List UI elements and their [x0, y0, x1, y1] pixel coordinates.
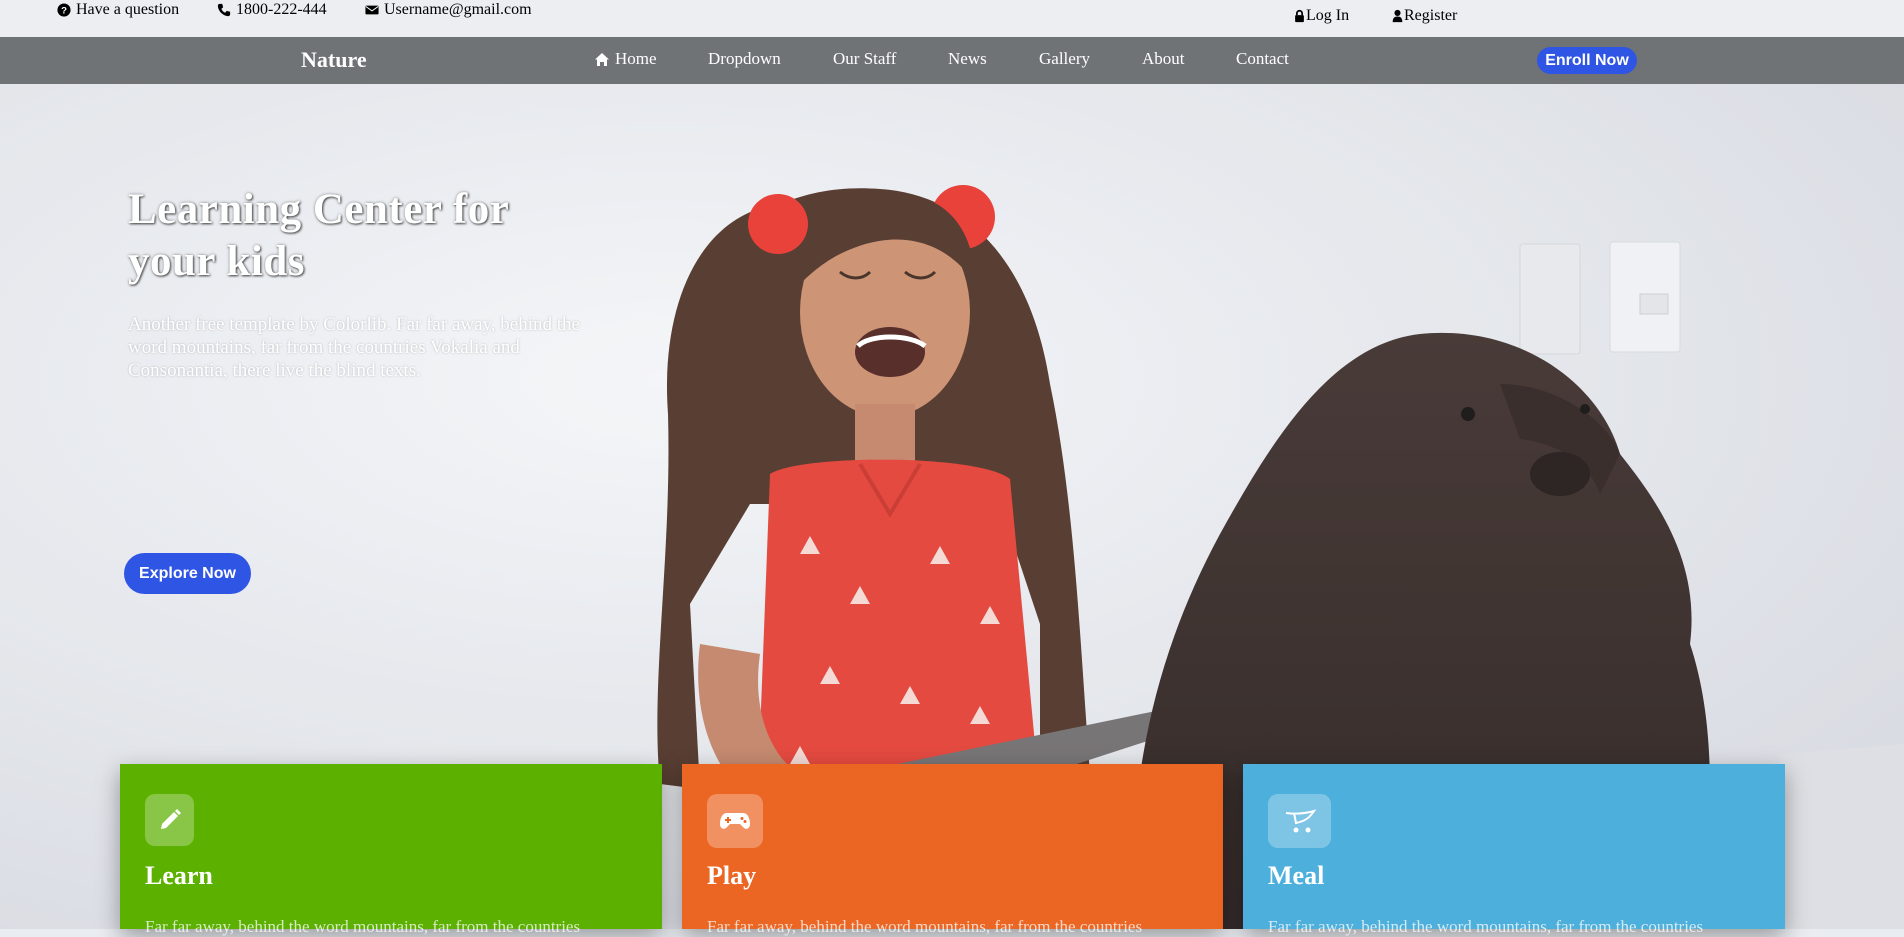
nav-about[interactable]: About	[1142, 49, 1185, 69]
phone-icon	[217, 3, 231, 17]
phone-label[interactable]: 1800-222-444	[236, 1, 327, 19]
card-title: Play	[707, 861, 757, 890]
question-label: Have a question	[76, 1, 180, 18]
email-label[interactable]: Username@gmail.com	[384, 1, 532, 19]
pencil-icon	[145, 794, 194, 846]
nav-news[interactable]: News	[948, 49, 987, 69]
card-title: Meal	[1268, 861, 1325, 890]
nav-gallery[interactable]: Gallery	[1039, 49, 1090, 69]
cart-icon	[1268, 794, 1331, 848]
register-link[interactable]: Register	[1392, 7, 1457, 25]
card-learn[interactable]: Learn Far far away, behind the word moun…	[120, 764, 662, 936]
card-play[interactable]: Play Far far away, behind the word mount…	[682, 764, 1223, 936]
card-meal[interactable]: Meal Far far away, behind the word mount…	[1243, 764, 1785, 936]
card-text: Far far away, behind the word mountains,…	[145, 917, 581, 936]
enroll-now-button[interactable]: Enroll Now	[1537, 47, 1637, 74]
card-text: Far far away, behind the word mountains,…	[707, 917, 1143, 936]
login-link[interactable]: Log In	[1294, 7, 1349, 25]
lock-icon	[1294, 9, 1305, 23]
envelope-icon	[365, 3, 379, 17]
nav-home[interactable]: Home	[594, 49, 657, 69]
gamepad-icon	[707, 794, 763, 848]
brand-logo[interactable]: Nature	[301, 47, 367, 73]
hero-description: Another free template by Colorlib. Far f…	[128, 314, 580, 381]
svg-text:?: ?	[61, 6, 67, 17]
explore-now-button[interactable]: Explore Now	[124, 553, 251, 594]
main-navbar: Nature Home Dropdown Our Staff News Gall…	[0, 37, 1904, 84]
home-icon	[594, 52, 610, 67]
user-icon	[1392, 9, 1403, 23]
nav-home-label: Home	[615, 49, 657, 68]
top-info-bar: ? Have a question 1800-222-444 Username@…	[0, 0, 1904, 37]
email-info: Username@gmail.com	[365, 1, 532, 19]
question-info: ? Have a question	[57, 1, 179, 19]
question-circle-icon: ?	[57, 3, 71, 17]
nav-dropdown[interactable]: Dropdown	[708, 49, 781, 69]
phone-info: 1800-222-444	[217, 1, 327, 19]
nav-contact[interactable]: Contact	[1236, 49, 1289, 69]
card-title: Learn	[145, 861, 213, 890]
login-label: Log In	[1306, 7, 1350, 24]
hero-title: Learning Center for your kids	[128, 186, 509, 285]
nav-our-staff[interactable]: Our Staff	[833, 49, 896, 69]
register-label: Register	[1404, 7, 1458, 24]
card-text: Far far away, behind the word mountains,…	[1268, 917, 1704, 936]
